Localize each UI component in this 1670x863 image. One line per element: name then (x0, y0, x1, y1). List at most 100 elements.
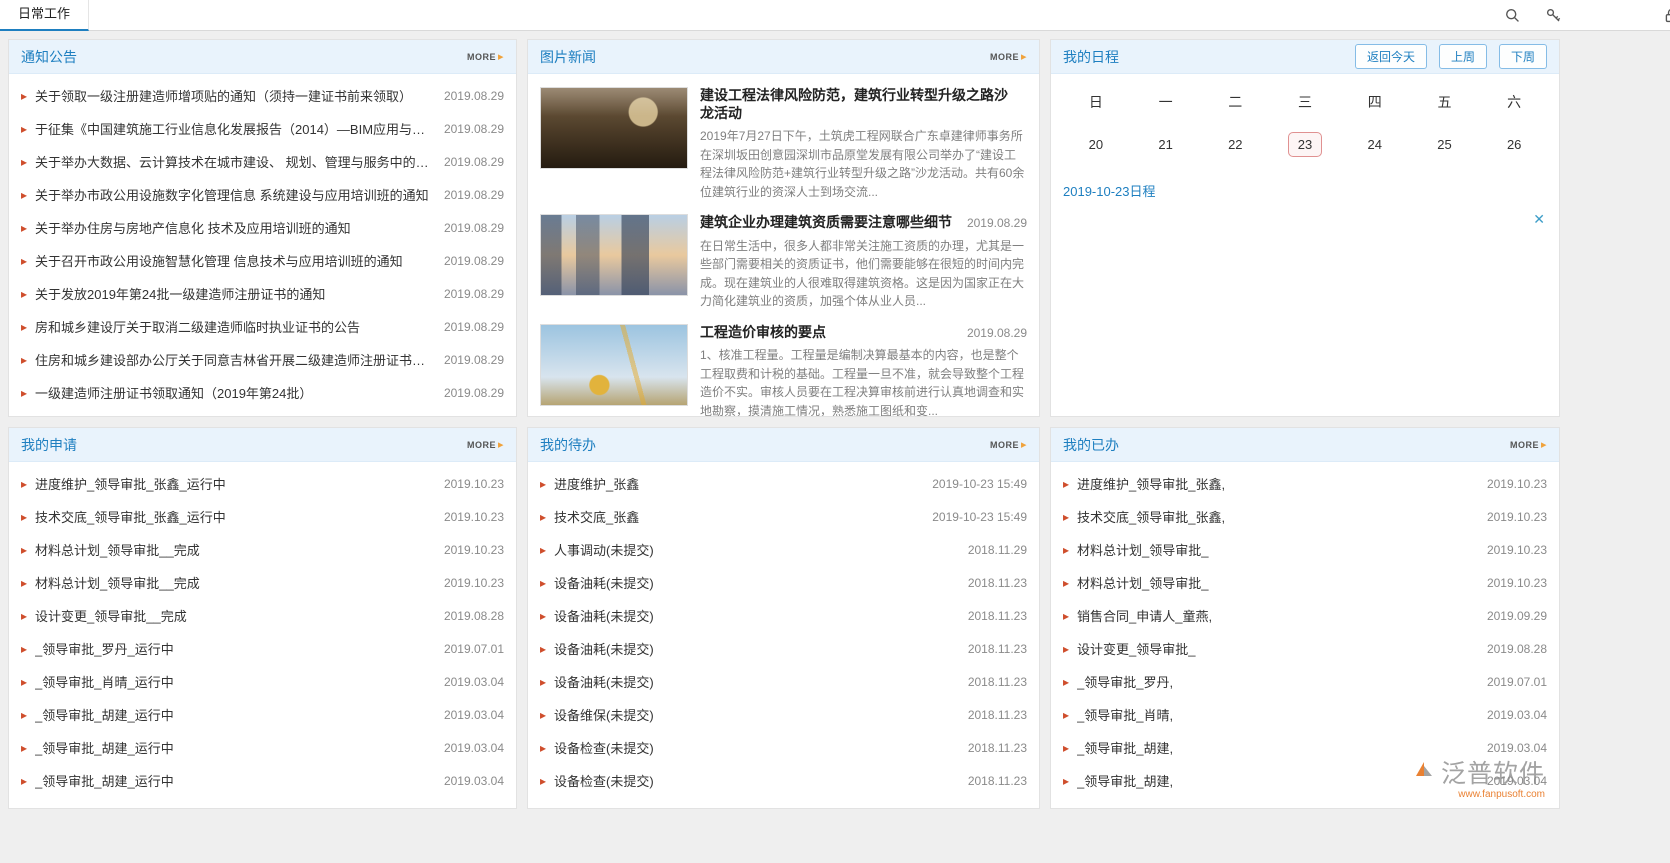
done-text: 设计变更_领导审批_ (1077, 642, 1196, 657)
lock-icon[interactable] (1663, 7, 1670, 25)
news-image[interactable] (540, 323, 688, 406)
news-title-row: 建筑企业办理建筑资质需要注意哪些细节 2019.08.29 (700, 214, 1027, 232)
dashboard-grid: 通知公告 MORE 关于领取一级注册建造师增项贴的通知（须持一建证书前来领取） … (0, 31, 1670, 817)
news-item[interactable]: 工程造价审核的要点 2019.08.29 1、核准工程量。工程量是编制决算最基本… (540, 323, 1027, 417)
application-date: 2019.03.04 (443, 674, 504, 689)
notice-item[interactable]: 关于召开市政公用设施智慧化管理 信息技术与应用培训班的通知 2019.08.29 (21, 244, 504, 277)
done-item[interactable]: 设计变更_领导审批_ 2019.08.28 (1063, 632, 1547, 665)
todo-item[interactable]: 设备维保(未提交) 2018.11.23 (540, 698, 1027, 731)
more-button[interactable]: MORE (467, 438, 504, 451)
news-title[interactable]: 工程造价审核的要点 (700, 324, 959, 342)
tab-daily-work[interactable]: 日常工作 (0, 0, 90, 31)
notice-item[interactable]: 关于发放2019年第24批一级建造师注册证书的通知 2019.08.29 (21, 277, 504, 310)
bullet-arrow-icon (21, 773, 35, 789)
done-item[interactable]: 技术交底_领导审批_张鑫, 2019.10.23 (1063, 500, 1547, 533)
calendar-day-selected[interactable]: 23 (1270, 122, 1340, 167)
notice-item[interactable]: 房和城乡建设厅关于取消二级建造师临时执业证书的公告 2019.08.29 (21, 310, 504, 343)
topbar-icons (1504, 7, 1562, 24)
bullet-arrow-icon (540, 740, 554, 756)
more-button[interactable]: MORE (990, 50, 1027, 63)
application-text: 技术交底_领导审批_张鑫_运行中 (35, 510, 226, 525)
search-icon[interactable] (1504, 7, 1521, 24)
notice-item[interactable]: 关于举办大数据、云计算技术在城市建设、 规划、管理与服务中的应... 2019.… (21, 145, 504, 178)
bullet-arrow-icon (21, 121, 35, 137)
todo-item[interactable]: 技术交底_张鑫 2019-10-23 15:49 (540, 500, 1027, 533)
done-item[interactable]: _领导审批_肖晴, 2019.03.04 (1063, 698, 1547, 731)
calendar-day[interactable]: 21 (1131, 122, 1201, 167)
todo-item[interactable]: 进度维护_张鑫 2019-10-23 15:49 (540, 467, 1027, 500)
calendar-weekday: 五 (1437, 94, 1452, 110)
todo-item[interactable]: 设备油耗(未提交) 2018.11.23 (540, 632, 1027, 665)
bullet-arrow-icon (21, 707, 35, 723)
more-label: MORE (1509, 439, 1539, 450)
panel-title: 我的日程 (1063, 48, 1119, 65)
application-item[interactable]: 技术交底_领导审批_张鑫_运行中 2019.10.23 (21, 500, 504, 533)
application-item[interactable]: 材料总计划_领导审批__完成 2019.10.23 (21, 566, 504, 599)
todo-date: 2018.11.29 (967, 542, 1027, 557)
todo-item[interactable]: 设备检查(未提交) 2018.11.23 (540, 731, 1027, 764)
done-item[interactable]: 进度维护_领导审批_张鑫, 2019.10.23 (1063, 467, 1547, 500)
news-title[interactable]: 建设工程法律风险防范，建筑行业转型升级之路沙龙活动 (700, 87, 1019, 122)
application-item[interactable]: 进度维护_领导审批_张鑫_运行中 2019.10.23 (21, 467, 504, 500)
close-icon[interactable] (1533, 212, 1545, 226)
news-image[interactable] (540, 87, 688, 169)
notice-text: 关于举办市政公用设施数字化管理信息 系统建设与应用培训班的通知 (35, 188, 429, 203)
news-item[interactable]: 建设工程法律风险防范，建筑行业转型升级之路沙龙活动 2019年7月27日下午，土… (540, 87, 1027, 201)
done-text: 销售合同_申请人_童燕, (1077, 609, 1213, 624)
news-image[interactable] (540, 214, 688, 296)
next-week-button[interactable]: 下周 (1498, 44, 1547, 69)
day-number: 23 (1287, 132, 1323, 157)
todo-item[interactable]: 人事调动(未提交) 2018.11.29 (540, 533, 1027, 566)
more-button[interactable]: MORE (990, 438, 1027, 451)
calendar-day[interactable]: 26 (1479, 122, 1549, 167)
news-date: 2019.08.29 (966, 216, 1027, 230)
back-to-today-button[interactable]: 返回今天 (1354, 44, 1427, 69)
done-date: 2019.03.04 (1486, 707, 1547, 722)
notice-date: 2019.08.29 (443, 385, 504, 400)
done-item[interactable]: _领导审批_胡建, 2019.03.04 (1063, 731, 1547, 764)
prev-week-button[interactable]: 上周 (1438, 44, 1487, 69)
done-item[interactable]: 材料总计划_领导审批_ 2019.10.23 (1063, 533, 1547, 566)
todo-item[interactable]: 设备油耗(未提交) 2018.11.23 (540, 566, 1027, 599)
day-number: 22 (1228, 137, 1243, 152)
bullet-arrow-icon (1063, 773, 1077, 789)
more-arrow-icon (1021, 50, 1027, 63)
application-item[interactable]: _领导审批_罗丹_运行中 2019.07.01 (21, 632, 504, 665)
done-item[interactable]: 销售合同_申请人_童燕, 2019.09.29 (1063, 599, 1547, 632)
done-item[interactable]: _领导审批_罗丹, 2019.07.01 (1063, 665, 1547, 698)
applications-panel: 我的申请 MORE 进度维护_领导审批_张鑫_运行中 2019.10.23 技术… (8, 427, 517, 809)
todo-item[interactable]: 设备检查(未提交) 2018.11.23 (540, 764, 1027, 797)
calendar-weekday-row: 日 一 二 三 四 五 六 (1061, 82, 1549, 122)
application-item[interactable]: _领导审批_胡建_运行中 2019.03.04 (21, 731, 504, 764)
calendar-day[interactable]: 24 (1340, 122, 1410, 167)
news-title[interactable]: 建筑企业办理建筑资质需要注意哪些细节 (700, 214, 959, 232)
done-item[interactable]: _领导审批_胡建, 2019.03.04 (1063, 764, 1547, 797)
done-text: _领导审批_胡建, (1077, 741, 1174, 756)
todo-text: 设备油耗(未提交) (554, 675, 654, 690)
key-icon[interactable] (1545, 7, 1562, 24)
application-text: 材料总计划_领导审批__完成 (35, 576, 200, 591)
notice-item[interactable]: 关于领取一级注册建造师增项贴的通知（须持一建证书前来领取） 2019.08.29 (21, 79, 504, 112)
notice-item[interactable]: 关于举办住房与房地产信息化 技术及应用培训班的通知 2019.08.29 (21, 211, 504, 244)
todo-text: 设备检查(未提交) (554, 774, 654, 789)
more-button[interactable]: MORE (1510, 438, 1547, 451)
notice-item[interactable]: 住房和城乡建设部办公厅关于同意吉林省开展二级建造师注册证书电... 2019.0… (21, 343, 504, 376)
notice-item[interactable]: 一级建造师注册证书领取通知（2019年第24批） 2019.08.29 (21, 376, 504, 409)
application-item[interactable]: _领导审批_胡建_运行中 2019.03.04 (21, 698, 504, 731)
news-content: 工程造价审核的要点 2019.08.29 1、核准工程量。工程量是编制决算最基本… (700, 324, 1027, 417)
application-item[interactable]: _领导审批_胡建_运行中 2019.03.04 (21, 764, 504, 797)
todo-item[interactable]: 设备油耗(未提交) 2018.11.23 (540, 665, 1027, 698)
application-item[interactable]: _领导审批_肖晴_运行中 2019.03.04 (21, 665, 504, 698)
news-item[interactable]: 建筑企业办理建筑资质需要注意哪些细节 2019.08.29 在日常生活中，很多人… (540, 214, 1027, 311)
more-button[interactable]: MORE (467, 50, 504, 63)
calendar-day[interactable]: 25 (1410, 122, 1480, 167)
notice-item[interactable]: 于征集《中国建筑施工行业信息化发展报告（2014）—BIM应用与发... 201… (21, 112, 504, 145)
calendar-day[interactable]: 20 (1061, 122, 1131, 167)
done-item[interactable]: 材料总计划_领导审批_ 2019.10.23 (1063, 566, 1547, 599)
calendar-day[interactable]: 22 (1200, 122, 1270, 167)
notice-item[interactable]: 关于举办市政公用设施数字化管理信息 系统建设与应用培训班的通知 2019.08.… (21, 178, 504, 211)
calendar-weekday: 一 (1158, 94, 1173, 110)
todo-item[interactable]: 设备油耗(未提交) 2018.11.23 (540, 599, 1027, 632)
application-item[interactable]: 设计变更_领导审批__完成 2019.08.28 (21, 599, 504, 632)
application-item[interactable]: 材料总计划_领导审批__完成 2019.10.23 (21, 533, 504, 566)
